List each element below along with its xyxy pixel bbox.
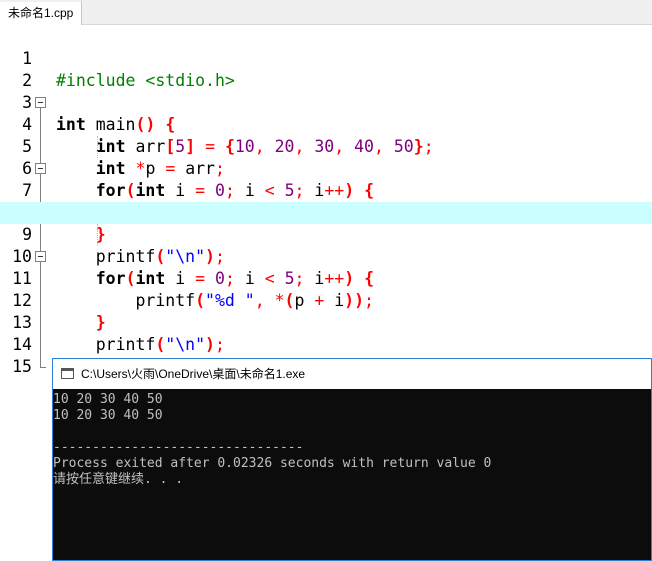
- code-line-7[interactable]: 7 }: [0, 158, 652, 244]
- console-title-bar[interactable]: C:\Users\火雨\OneDrive\桌面\未命名1.exe: [53, 359, 651, 389]
- code-line-12[interactable]: 12 printf("\n");: [0, 268, 652, 354]
- console-line: --------------------------------: [53, 440, 304, 455]
- code-line-2[interactable]: 2 int main() {: [0, 48, 652, 134]
- code-line-3[interactable]: 3 int arr[5] = {10, 20, 30, 40, 50};: [0, 70, 652, 156]
- code-line-14[interactable]: 14 }: [0, 312, 652, 398]
- console-app-icon: [61, 368, 74, 379]
- code-line-5[interactable]: 5 for(int i = 0; i < 5; i++) {: [0, 114, 652, 200]
- code-line-15[interactable]: 15: [0, 334, 652, 376]
- code-line-8[interactable]: 8 printf("\n");: [0, 180, 652, 266]
- console-line: 10 20 30 40 50: [53, 392, 163, 407]
- code-line-13[interactable]: 13 return 0;: [0, 290, 652, 376]
- indent-guide: [97, 136, 98, 158]
- console-line: Process exited after 0.02326 seconds wit…: [53, 456, 492, 471]
- code-line-9[interactable]: 9 for(int i = 0; i < 5; i++) {: [0, 202, 652, 288]
- tab-bar: 未命名1.cpp: [0, 0, 652, 25]
- console-title: C:\Users\火雨\OneDrive\桌面\未命名1.exe: [81, 367, 306, 381]
- code-line-11[interactable]: 11 }: [0, 246, 652, 332]
- tab-file[interactable]: 未命名1.cpp: [0, 0, 83, 25]
- code-line-4[interactable]: 4 int *p = arr;: [0, 92, 652, 178]
- console-line: 10 20 30 40 50: [53, 408, 163, 423]
- indent-guide: [97, 224, 98, 246]
- line-number: 15: [12, 357, 32, 376]
- console-line: 请按任意键继续. . .: [53, 472, 184, 487]
- code-line-1[interactable]: 1 #include <stdio.h>: [0, 26, 652, 90]
- console-window[interactable]: C:\Users\火雨\OneDrive\桌面\未命名1.exe 10 20 3…: [52, 358, 652, 561]
